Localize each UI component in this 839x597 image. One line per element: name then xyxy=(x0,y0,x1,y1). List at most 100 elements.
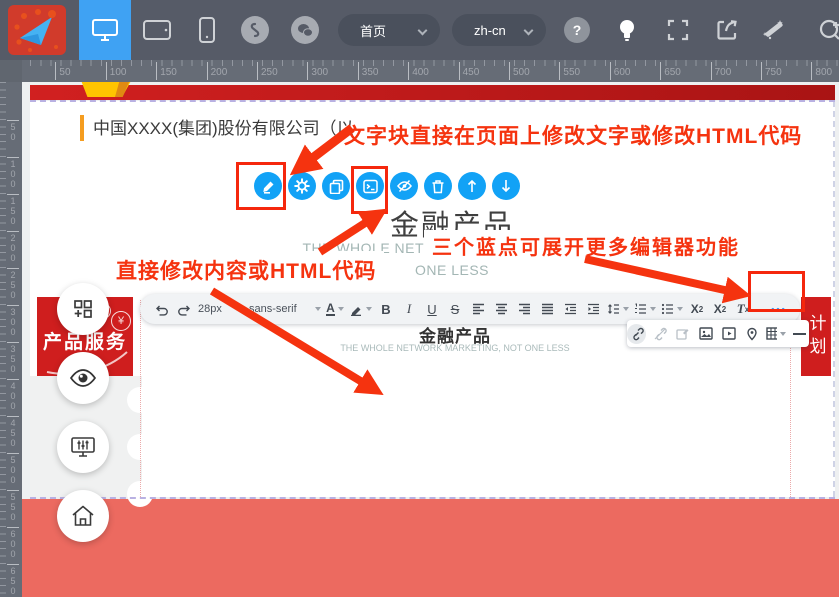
hide-button[interactable] xyxy=(390,172,418,200)
align-center-icon xyxy=(495,303,508,315)
superscript-button[interactable]: X2 xyxy=(709,297,731,321)
device-tablet-button[interactable] xyxy=(131,0,183,60)
display-settings-icon xyxy=(70,435,96,459)
duplicate-button[interactable] xyxy=(322,172,350,200)
outdent-button[interactable] xyxy=(559,297,581,321)
export-button[interactable] xyxy=(714,0,740,60)
top-toolbar: 首页 zh-cn ? xyxy=(0,0,839,60)
help-icon: ? xyxy=(564,17,590,43)
ordered-list-icon xyxy=(634,303,647,315)
line-height-icon xyxy=(607,303,620,315)
arrow-up-icon xyxy=(466,179,478,193)
link-share-button[interactable] xyxy=(241,0,269,60)
language-select-dropdown[interactable]: zh-cn xyxy=(452,14,546,46)
next-section-block[interactable] xyxy=(22,499,839,597)
wechat-icon xyxy=(291,16,319,44)
highlight-more-dots xyxy=(748,271,805,312)
redo-button[interactable] xyxy=(173,297,195,321)
align-justify-button[interactable] xyxy=(536,297,558,321)
delete-button[interactable] xyxy=(424,172,452,200)
help-button[interactable]: ? xyxy=(564,0,590,60)
bullet-list-button[interactable] xyxy=(659,297,685,321)
chevron-down-icon xyxy=(623,307,629,311)
export-icon xyxy=(716,19,738,41)
chevron-down-icon xyxy=(315,307,321,311)
underline-button[interactable]: U xyxy=(421,297,443,321)
line-height-button[interactable] xyxy=(605,297,631,321)
chevron-down-icon xyxy=(650,307,656,311)
move-up-button[interactable] xyxy=(458,172,486,200)
magic-wand-button[interactable] xyxy=(760,0,786,60)
design-canvas: 中国XXXX(集团)股份有限公司（以 金融产品 THE WHOLE NETWOR… xyxy=(22,82,839,597)
lightbulb-icon xyxy=(619,18,635,42)
image-icon xyxy=(699,327,713,340)
font-size-select[interactable]: 28px xyxy=(196,297,246,321)
bold-button[interactable]: B xyxy=(375,297,397,321)
link-icon xyxy=(241,16,269,44)
paper-plane-icon xyxy=(8,5,66,55)
trash-icon xyxy=(431,179,445,194)
undo-button[interactable] xyxy=(150,297,172,321)
text-color-button[interactable]: A xyxy=(324,297,346,321)
link-button[interactable] xyxy=(627,324,646,344)
arrow-down-icon xyxy=(500,179,512,193)
ruler-corner xyxy=(0,60,22,82)
ordered-list-button[interactable] xyxy=(632,297,658,321)
company-text[interactable]: 中国XXXX(集团)股份有限公司（以 xyxy=(93,115,354,142)
settings-button[interactable] xyxy=(288,172,316,200)
ideas-button[interactable] xyxy=(615,0,639,60)
page-select-dropdown[interactable]: 首页 xyxy=(338,14,440,46)
page-header-bar[interactable] xyxy=(30,85,835,100)
insert-image-button[interactable] xyxy=(696,324,715,344)
insert-toolbar xyxy=(627,320,809,347)
display-settings-button[interactable] xyxy=(57,421,109,473)
chevron-down-icon xyxy=(677,307,683,311)
insert-map-button[interactable] xyxy=(743,324,762,344)
insert-video-button[interactable] xyxy=(720,324,739,344)
editor-preview-subtitle[interactable]: THE WHOLE NETWORK MARKETING, NOT ONE LES… xyxy=(305,343,605,353)
chevron-down-icon xyxy=(780,332,786,336)
fullscreen-icon xyxy=(667,19,689,41)
insert-table-button[interactable] xyxy=(766,324,786,344)
align-right-icon xyxy=(518,303,531,315)
align-left-button[interactable] xyxy=(467,297,489,321)
align-center-button[interactable] xyxy=(490,297,512,321)
highlight-color-button[interactable] xyxy=(347,297,374,321)
zoom-button[interactable] xyxy=(816,0,839,60)
unlink-button[interactable] xyxy=(650,324,669,344)
italic-button[interactable]: I xyxy=(398,297,420,321)
align-justify-icon xyxy=(541,303,554,315)
device-mobile-button[interactable] xyxy=(181,0,233,60)
add-module-button[interactable] xyxy=(57,283,109,335)
content-guide-right xyxy=(790,330,791,497)
highlighter-icon xyxy=(349,303,363,316)
align-right-button[interactable] xyxy=(513,297,535,321)
company-text-block[interactable]: 中国XXXX(集团)股份有限公司（以 xyxy=(80,115,354,142)
eye-off-icon xyxy=(396,178,413,194)
ruler-horizontal: 0501001502002503003504004505005506006507… xyxy=(0,60,839,82)
wechat-button[interactable] xyxy=(291,0,319,60)
language-select-value: zh-cn xyxy=(474,23,506,38)
chevron-down-icon xyxy=(338,307,344,311)
font-family-select[interactable]: sans-serif xyxy=(247,297,323,321)
chevron-down-icon xyxy=(238,307,244,311)
strikethrough-button[interactable]: S xyxy=(444,297,466,321)
device-desktop-button[interactable] xyxy=(79,0,131,60)
preview-button[interactable] xyxy=(57,352,109,404)
home-button[interactable] xyxy=(57,490,109,542)
copy-icon xyxy=(329,179,344,194)
eye-icon xyxy=(69,368,97,388)
insert-hr-button[interactable] xyxy=(790,324,809,344)
orange-accent-bar xyxy=(80,115,84,141)
redo-icon xyxy=(177,303,192,316)
move-down-button[interactable] xyxy=(492,172,520,200)
edit-link-button[interactable] xyxy=(673,324,692,344)
desktop-icon xyxy=(91,18,119,42)
indent-button[interactable] xyxy=(582,297,604,321)
subscript-button[interactable]: X2 xyxy=(686,297,708,321)
annotation-more-tools-tip: 三个蓝点可展开更多编辑器功能 xyxy=(424,230,748,260)
fullscreen-button[interactable] xyxy=(665,0,691,60)
app-logo[interactable] xyxy=(8,5,66,55)
ruler-vertical: 5 01 0 01 5 02 0 02 5 03 0 03 5 04 0 04 … xyxy=(0,82,22,597)
selection-dashed-bottom xyxy=(30,497,835,499)
